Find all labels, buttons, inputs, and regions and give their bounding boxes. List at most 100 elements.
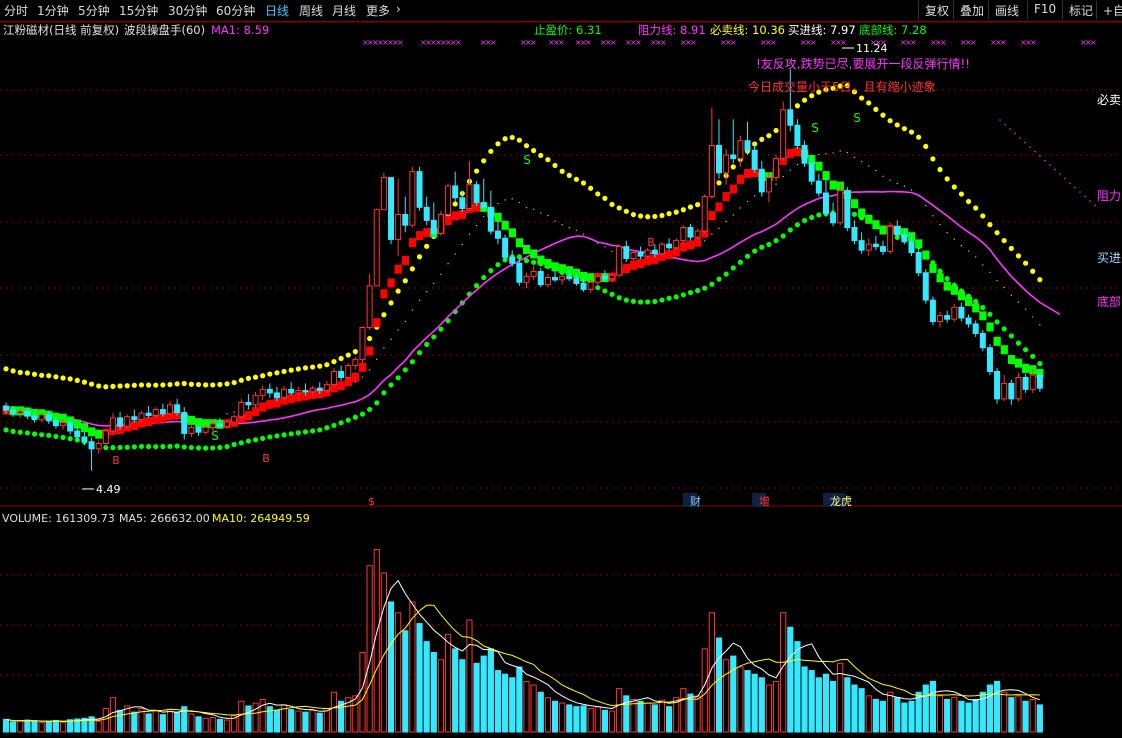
resistance-dot — [252, 374, 259, 380]
candle-body — [929, 299, 936, 323]
candle-body — [994, 371, 1001, 400]
candle-body — [516, 262, 523, 283]
resistance-dot — [46, 373, 52, 379]
volume-bar — [452, 648, 459, 733]
ma-extension-dot — [1059, 173, 1061, 175]
bottom-dot — [210, 445, 216, 451]
bottom-dot — [937, 268, 943, 274]
bottom-dot — [117, 444, 123, 451]
volume-bar — [502, 673, 509, 733]
resistance-dot — [965, 198, 972, 205]
volume-bar — [252, 702, 259, 733]
resistance-dot — [659, 212, 665, 219]
bottom-dot — [324, 425, 330, 431]
buy-signal-mark: B — [262, 452, 270, 465]
resistance-dot — [916, 134, 922, 140]
bottom-dot — [338, 420, 344, 426]
volume-bar — [715, 637, 723, 733]
bottom-dot — [131, 444, 137, 450]
buy-line-dot — [704, 240, 706, 242]
trend-band-down — [943, 281, 951, 291]
candle-body — [109, 417, 116, 432]
bottom-dot — [687, 290, 694, 296]
bottom-dot — [345, 417, 351, 423]
resistance-dot — [666, 211, 672, 217]
volume-bar — [772, 680, 780, 733]
resistance-dot — [53, 374, 59, 380]
buy-line-dot — [903, 185, 906, 187]
buy-line-dot — [376, 358, 378, 361]
resistance-dot — [424, 243, 430, 249]
candle-body — [352, 359, 359, 367]
candle-body — [366, 285, 373, 328]
trend-band-down — [522, 244, 531, 254]
bottom-dot — [787, 227, 793, 233]
resistance-dot — [231, 379, 237, 386]
trend-band-up — [686, 240, 695, 250]
resistance-dot — [502, 136, 508, 142]
candle-body — [872, 243, 879, 248]
candle-body — [60, 422, 67, 427]
candle-body — [359, 326, 366, 361]
bottom-dot — [759, 244, 765, 250]
high-price-label: 11.24 — [856, 42, 888, 55]
candle-body — [1015, 376, 1022, 400]
buy-line-dot — [582, 233, 585, 235]
volume-bar — [865, 695, 872, 733]
trend-band-up — [416, 231, 424, 241]
resistance-dot — [687, 204, 694, 210]
resistance-dot — [10, 368, 16, 374]
bottom-dot — [773, 238, 779, 244]
volume-bar — [844, 677, 851, 733]
resistance-dot — [217, 381, 223, 388]
resistance-dot — [416, 254, 423, 260]
candle-body — [908, 241, 915, 254]
resistance-dot — [1022, 260, 1029, 266]
volume-bar — [958, 700, 965, 733]
resistance-dot — [616, 205, 622, 211]
trend-band-down — [829, 180, 837, 190]
buy-line-dot — [775, 183, 777, 185]
volume-bar — [537, 691, 544, 733]
resistance-dot — [801, 97, 808, 103]
bottom-dot — [53, 433, 59, 440]
bottom-dot — [1030, 353, 1036, 359]
event-badge-1: 财 — [690, 494, 701, 508]
candle-body — [395, 213, 402, 240]
signal-message-1: !友反攻,跌势已尽,要展开一段反弹行情!! — [756, 56, 970, 71]
bottom-dot — [723, 271, 729, 277]
bottom-dot — [367, 406, 373, 413]
buy-line-dot — [974, 256, 977, 258]
candle-body — [958, 306, 965, 319]
resistance-dot — [331, 359, 337, 365]
candle-body — [487, 206, 494, 232]
trend-band-down — [850, 199, 859, 209]
buy-line-dot — [739, 207, 742, 209]
resistance-dot — [630, 211, 637, 218]
trend-band-down — [530, 249, 538, 259]
resistance-dot — [1037, 277, 1043, 283]
volume-bar — [166, 709, 174, 733]
bottom-dot — [3, 427, 9, 433]
volume-bar — [416, 623, 423, 733]
buy-line-dot — [825, 153, 827, 155]
signal-x-mark: × — [660, 38, 667, 47]
bottom-dot — [24, 430, 30, 436]
resistance-dot — [103, 384, 109, 390]
candle-body — [166, 404, 173, 415]
bottom-dot — [203, 445, 209, 451]
bottom-dot — [138, 443, 145, 450]
ma-extension-dot — [1069, 182, 1071, 184]
candle-body — [302, 390, 309, 393]
volume-bar — [1008, 697, 1015, 733]
bottom-dot — [637, 299, 644, 305]
resistance-dot — [531, 147, 537, 154]
candle-body — [965, 317, 972, 325]
resistance-dot — [887, 118, 893, 124]
volume-bar — [437, 659, 445, 733]
candle-body — [822, 192, 829, 214]
trend-band-down — [815, 161, 823, 171]
candle-body — [10, 409, 17, 414]
volume-ma5-line — [5, 579, 1040, 723]
trend-band-up — [351, 372, 360, 382]
